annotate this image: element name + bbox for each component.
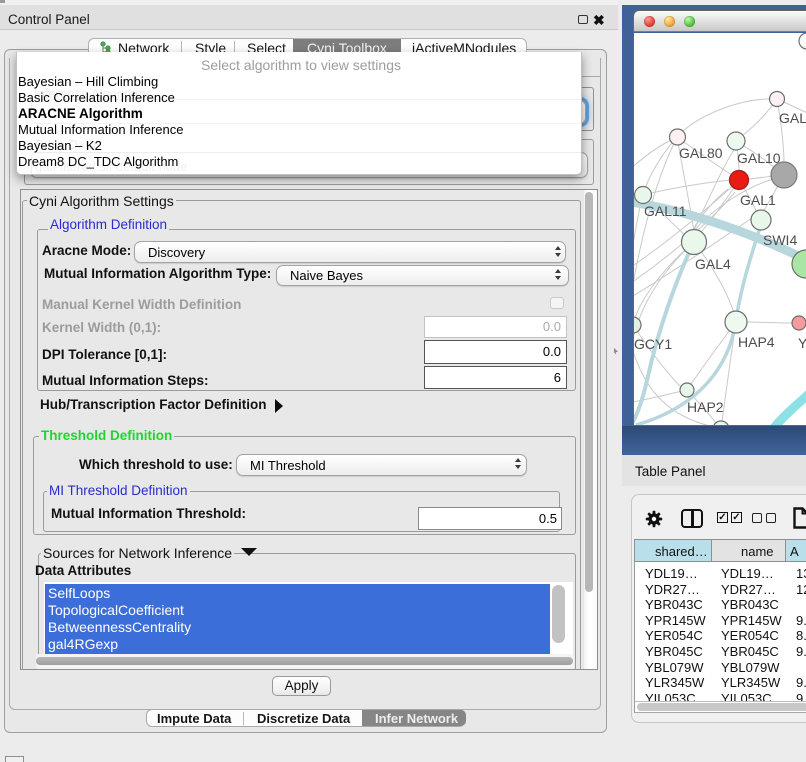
svg-text:GAL1: GAL1 [740,192,776,208]
svg-text:GAL10: GAL10 [737,150,781,166]
svg-text:SWI4: SWI4 [763,232,797,248]
svg-text:GAL80: GAL80 [679,145,723,161]
svg-text:HAP4: HAP4 [738,334,775,350]
svg-text:GAL4: GAL4 [695,256,731,272]
svg-text:HAP2: HAP2 [687,399,724,415]
svg-text:GCY1: GCY1 [634,336,672,352]
svg-text:GAL2: GAL2 [779,110,806,126]
svg-text:GAL11: GAL11 [644,203,687,219]
svg-text:Y: Y [798,335,806,351]
